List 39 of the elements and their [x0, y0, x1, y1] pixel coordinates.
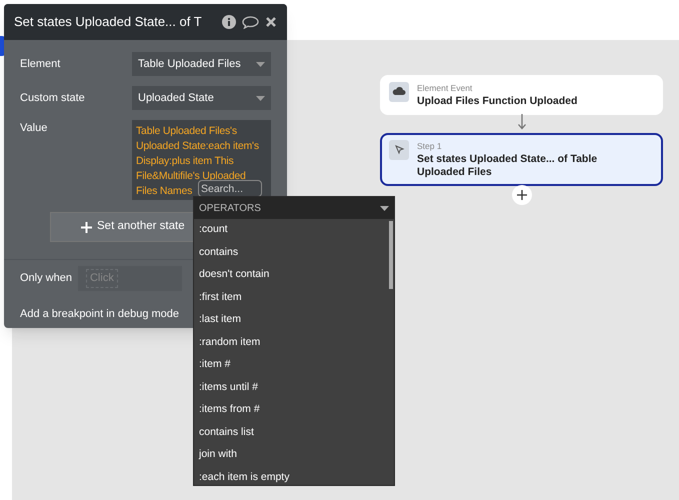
caret-icon [256, 96, 265, 100]
arrow-icon [517, 114, 527, 130]
caret-icon [256, 62, 265, 66]
dropdown-field[interactable]: Uploaded State [132, 86, 271, 110]
dropdown-field[interactable]: Table Uploaded Files [132, 52, 271, 76]
search-field[interactable]: Search... [198, 180, 262, 197]
menu-item[interactable]: join with [199, 444, 388, 466]
field-label: Only when [20, 271, 72, 286]
caret-icon [380, 206, 389, 210]
card-title: Set states Uploaded State... of Table Uploaded Files [417, 152, 598, 179]
panel-title: Set states Uploaded State... of T [14, 13, 203, 32]
workflow-card[interactable]: Step 1 Set states Uploaded State... of Table Uploaded Files [380, 133, 663, 186]
cursor-icon [389, 140, 409, 160]
menu-header: OPERATORS [194, 197, 394, 219]
menu-item[interactable]: :item # [199, 354, 388, 376]
cloud-icon [389, 82, 409, 102]
card-caption: Element Event [417, 82, 474, 95]
info-icon[interactable] [222, 15, 236, 29]
menu-item[interactable]: :items from # [199, 399, 388, 422]
workflow-card[interactable]: Element Event Upload Files Function Uploaded [380, 75, 663, 115]
breakpoint-label: Add a breakpoint in debug mode [20, 307, 180, 322]
field-label: Value [20, 121, 48, 136]
menu-item[interactable]: :first item [199, 286, 388, 309]
menu-item[interactable]: :each item is empty [199, 466, 388, 485]
add-step-icon[interactable] [512, 185, 532, 205]
menu-item[interactable]: :items until # [199, 376, 388, 399]
card-title: Upload Files Function Uploaded [417, 94, 578, 108]
menu-item[interactable]: :random item [199, 332, 388, 354]
comment-icon[interactable] [242, 16, 259, 28]
menu-item[interactable]: doesn't contain [199, 264, 388, 286]
menu-item[interactable]: contains list [199, 422, 388, 444]
menu-item[interactable]: :last item [199, 309, 388, 332]
card-caption: Step 1 [417, 140, 443, 153]
menu-item[interactable]: contains [199, 242, 388, 264]
plus-icon [81, 222, 92, 232]
close-icon[interactable] [265, 16, 277, 28]
field-label: Element [20, 56, 62, 72]
field-label: Custom state [20, 90, 86, 106]
scrollbar[interactable] [389, 221, 393, 289]
